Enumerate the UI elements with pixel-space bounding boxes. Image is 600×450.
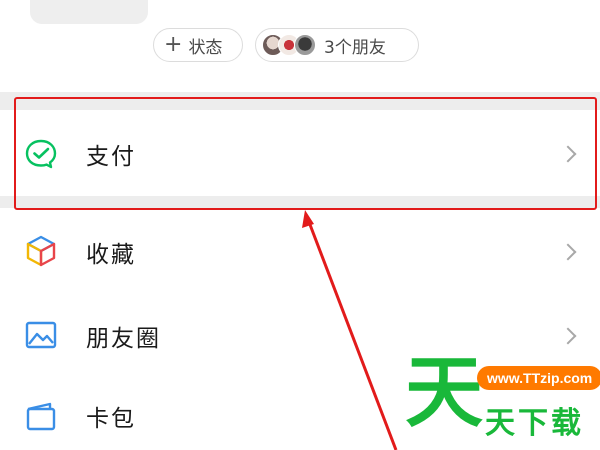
- highlight-box: [14, 97, 597, 210]
- card-wallet-icon: [24, 400, 58, 434]
- profile-strip: + 状态 3个朋友: [0, 0, 600, 92]
- chevron-right-icon: [559, 243, 577, 261]
- friends-count-label: 3个朋友: [324, 37, 386, 58]
- moments-image-icon: [24, 318, 58, 352]
- plus-icon: +: [164, 32, 183, 57]
- favorites-cube-icon: [24, 234, 58, 268]
- menu-item-label: 朋友圈: [86, 326, 161, 352]
- watermark-big-char: 天: [405, 348, 484, 438]
- chevron-right-icon: [559, 327, 577, 345]
- menu-item-label: 卡包: [86, 406, 136, 432]
- friend-avatars: [262, 34, 316, 56]
- watermark-url: www.TTzip.com: [477, 366, 600, 390]
- status-label: 状态: [188, 37, 223, 58]
- status-button[interactable]: + 状态: [153, 28, 243, 62]
- friends-status-button[interactable]: 3个朋友: [255, 28, 419, 62]
- watermark-text: 天下载: [485, 406, 584, 441]
- watermark-logo: 天 www.TTzip.com 天下载: [405, 354, 600, 450]
- blurred-username: [30, 0, 148, 24]
- menu-item-label: 收藏: [86, 242, 136, 268]
- avatar: [294, 34, 316, 56]
- menu-item-favorites[interactable]: 收藏: [0, 208, 600, 296]
